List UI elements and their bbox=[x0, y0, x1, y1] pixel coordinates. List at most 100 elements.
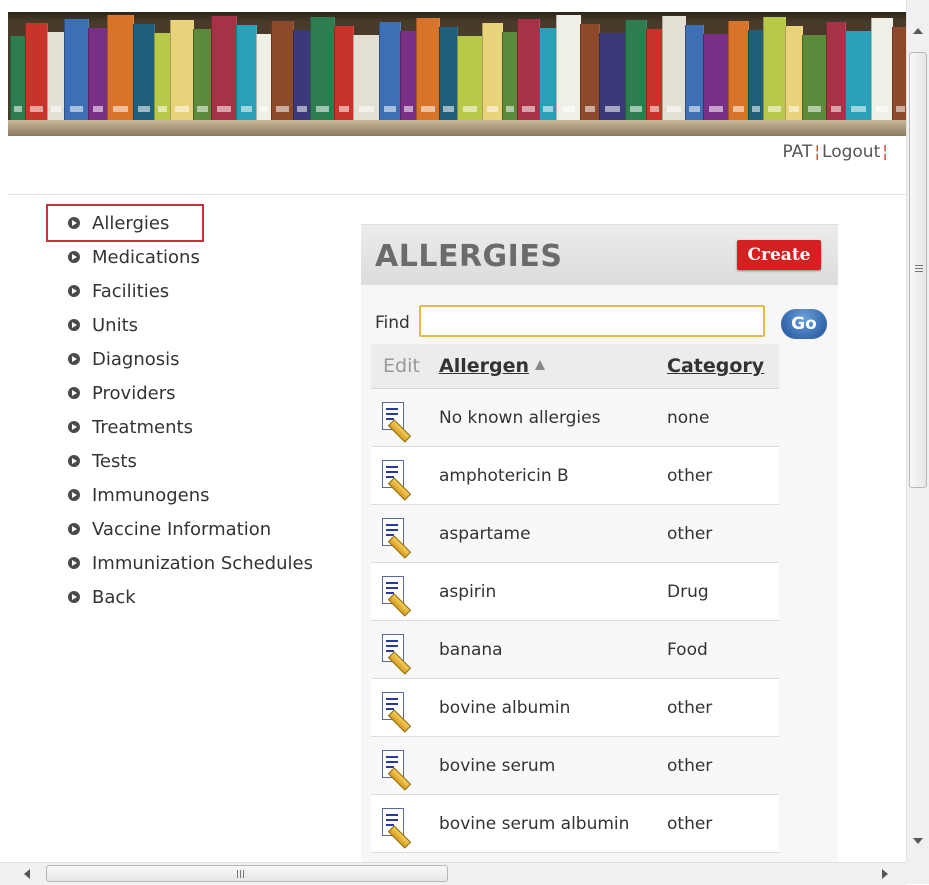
circle-arrow-right-icon bbox=[68, 523, 80, 535]
nav-item-label: Diagnosis bbox=[92, 348, 180, 370]
panel-header: ALLERGIES Create bbox=[361, 225, 838, 285]
nav-item-label: Tests bbox=[92, 450, 137, 472]
document-pencil-icon[interactable] bbox=[379, 748, 412, 791]
vertical-scrollbar[interactable] bbox=[906, 0, 929, 862]
circle-arrow-right-icon bbox=[68, 353, 80, 365]
vertical-scroll-thumb[interactable] bbox=[909, 52, 927, 488]
separator: ¦ bbox=[814, 142, 821, 162]
edit-cell bbox=[371, 562, 439, 621]
document-pencil-icon[interactable] bbox=[379, 400, 412, 443]
category-cell: Drug bbox=[667, 562, 779, 621]
category-cell: Food bbox=[667, 620, 779, 679]
document-pencil-icon[interactable] bbox=[379, 516, 412, 559]
allergen-cell: aspartame bbox=[439, 504, 667, 563]
category-cell: other bbox=[667, 736, 779, 795]
sort-category-link[interactable]: Category bbox=[667, 355, 764, 377]
category-cell: other bbox=[667, 504, 779, 563]
scrollbar-corner bbox=[906, 862, 929, 884]
nav-item-label: Vaccine Information bbox=[92, 518, 272, 540]
nav-item-label: Immunization Schedules bbox=[92, 552, 313, 574]
allergen-cell: bovine serum bbox=[439, 736, 667, 795]
allergies-table: Edit Allergen Category No known allergie… bbox=[371, 344, 779, 853]
nav-item-immunogens[interactable]: Immunogens bbox=[48, 478, 313, 512]
nav-item-treatments[interactable]: Treatments bbox=[48, 410, 313, 444]
circle-arrow-right-icon bbox=[68, 319, 80, 331]
circle-arrow-right-icon bbox=[68, 591, 80, 603]
nav-item-providers[interactable]: Providers bbox=[48, 376, 313, 410]
nav-item-label: Treatments bbox=[92, 416, 193, 438]
nav-item-tests[interactable]: Tests bbox=[48, 444, 313, 478]
circle-arrow-right-icon bbox=[68, 421, 80, 433]
document-pencil-icon[interactable] bbox=[379, 806, 412, 849]
edit-cell bbox=[371, 678, 439, 737]
scroll-right-icon[interactable] bbox=[882, 869, 888, 879]
logout-link[interactable]: Logout bbox=[822, 142, 880, 162]
column-header-allergen[interactable]: Allergen bbox=[439, 344, 667, 389]
edit-cell bbox=[371, 794, 439, 853]
edit-cell bbox=[371, 620, 439, 679]
circle-arrow-right-icon bbox=[68, 455, 80, 467]
nav-item-vaccine-information[interactable]: Vaccine Information bbox=[48, 512, 313, 546]
horizontal-scrollbar[interactable] bbox=[0, 862, 906, 885]
table-row: No known allergies none bbox=[371, 388, 779, 447]
create-button[interactable]: Create bbox=[737, 240, 821, 270]
nav-item-label: Allergies bbox=[92, 212, 170, 234]
browser-viewport: PAT ¦ Logout ¦ Allergies Medications Faciliti… bbox=[0, 0, 906, 862]
category-cell: other bbox=[667, 446, 779, 505]
column-header-category[interactable]: Category bbox=[667, 344, 779, 389]
sort-allergen-link[interactable]: Allergen bbox=[439, 355, 529, 377]
circle-arrow-right-icon bbox=[68, 251, 80, 263]
category-cell: other bbox=[667, 678, 779, 737]
table-row: bovine serum other bbox=[371, 736, 779, 795]
scroll-left-icon[interactable] bbox=[24, 869, 30, 879]
nav-item-allergies[interactable]: Allergies bbox=[46, 204, 204, 242]
table-row: aspartame other bbox=[371, 504, 779, 563]
nav-item-facilities[interactable]: Facilities bbox=[48, 274, 313, 308]
document-pencil-icon[interactable] bbox=[379, 690, 412, 733]
edit-cell bbox=[371, 504, 439, 563]
column-header-edit: Edit bbox=[371, 344, 439, 389]
allergen-cell: bovine serum albumin bbox=[439, 794, 667, 853]
separator: ¦ bbox=[882, 142, 888, 162]
horizontal-scroll-thumb[interactable] bbox=[46, 865, 448, 882]
circle-arrow-right-icon bbox=[68, 387, 80, 399]
side-navigation: Allergies Medications Facilities Units Diagn… bbox=[46, 204, 313, 614]
table-row: bovine albumin other bbox=[371, 678, 779, 737]
go-button[interactable]: Go bbox=[781, 309, 827, 339]
nav-item-label: Units bbox=[92, 314, 139, 336]
sort-ascending-icon bbox=[535, 360, 545, 370]
circle-arrow-right-icon bbox=[68, 217, 80, 229]
document-pencil-icon[interactable] bbox=[379, 458, 412, 501]
edit-cell bbox=[371, 736, 439, 795]
category-cell: none bbox=[667, 388, 779, 447]
edit-cell bbox=[371, 388, 439, 447]
table-row: amphotericin Bother bbox=[371, 446, 779, 505]
user-bar: PAT ¦ Logout ¦ bbox=[8, 136, 906, 195]
nav-item-label: Back bbox=[92, 586, 136, 608]
allergen-cell: No known allergies bbox=[439, 388, 667, 447]
nav-item-label: Immunogens bbox=[92, 484, 210, 506]
circle-arrow-right-icon bbox=[68, 557, 80, 569]
table-body: No known allergies none amphotericin Bothe… bbox=[371, 388, 779, 853]
nav-item-immunization-schedules[interactable]: Immunization Schedules bbox=[48, 546, 313, 580]
scroll-up-icon[interactable] bbox=[913, 28, 923, 34]
document-pencil-icon[interactable] bbox=[379, 632, 412, 675]
find-input[interactable] bbox=[419, 305, 765, 337]
nav-item-diagnosis[interactable]: Diagnosis bbox=[48, 342, 313, 376]
nav-item-label: Providers bbox=[92, 382, 176, 404]
nav-item-back[interactable]: Back bbox=[48, 580, 313, 614]
document-pencil-icon[interactable] bbox=[379, 574, 412, 617]
header-banner bbox=[8, 12, 906, 136]
user-name-link[interactable]: PAT bbox=[782, 142, 812, 162]
user-links: PAT ¦ Logout ¦ bbox=[782, 142, 890, 162]
allergen-cell: banana bbox=[439, 620, 667, 679]
circle-arrow-right-icon bbox=[68, 285, 80, 297]
edit-cell bbox=[371, 446, 439, 505]
grip-icon bbox=[237, 870, 238, 878]
grip-icon bbox=[915, 265, 923, 266]
scroll-down-icon[interactable] bbox=[913, 838, 923, 844]
nav-item-medications[interactable]: Medications bbox=[48, 240, 313, 274]
nav-item-label: Facilities bbox=[92, 280, 170, 302]
shelf bbox=[8, 120, 906, 136]
nav-item-units[interactable]: Units bbox=[48, 308, 313, 342]
